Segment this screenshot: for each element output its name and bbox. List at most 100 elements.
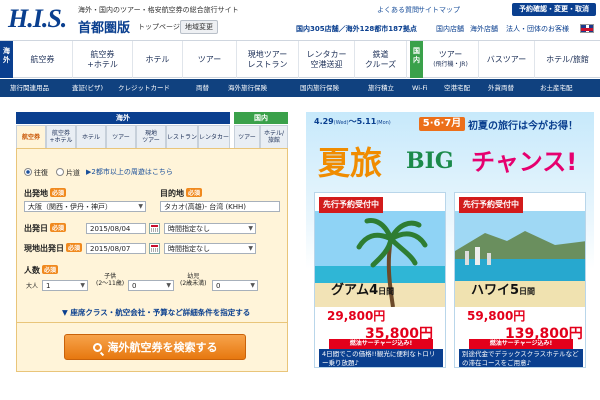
multi-city-link[interactable]: ▶2都市以上の周遊はこちら [86,167,173,177]
search-overseas-header: 海外 [16,112,230,124]
child-value: 0 [132,282,137,290]
return-date-label-text: 現地出発日 [24,244,64,253]
subnav-souvenir[interactable]: お土産宅配 [540,79,573,97]
search-button-label: 海外航空券を検索する [107,341,218,354]
promo-dow-start: (Wed) [333,120,349,126]
nav-sub-label: 空港送迎 [310,59,343,69]
subnav-exchange[interactable]: 両替 [196,79,209,97]
faq-link[interactable]: よくある質問 [377,5,419,15]
calendar-icon[interactable] [149,243,160,254]
depart-time-select[interactable]: 時間指定なし ▼ [164,223,256,234]
promo-dow-end: (Mon) [376,120,391,126]
round-trip-radio[interactable]: 往復 [24,168,48,178]
required-badge: 必須 [42,265,59,274]
tab-hotel-ryokan[interactable]: ホテル/旅館 [260,125,288,149]
corporate-link[interactable]: 法人・団体のお客様 [506,24,569,34]
tab-restaurant[interactable]: レストラン [166,125,198,149]
nav-label: 航空券 [90,49,115,59]
reservation-check-button[interactable]: 予約確認・変更・取消 [512,3,596,16]
subnav-wifi[interactable]: Wi-Fi [412,79,428,97]
departure-select[interactable]: 大阪（関西・伊丹・神戸） ▼ [24,201,146,212]
required-badge: 必須 [50,223,67,232]
subnav-airport-delivery[interactable]: 空港宅配 [444,79,470,97]
tab-rental-car[interactable]: レンタカー [198,125,230,149]
tab-airline-tickets[interactable]: 航空券 [16,125,46,149]
store-count[interactable]: 国内305店舗／海外128都市187拠点 [296,24,417,34]
return-date-input[interactable]: 2015/08/07 [86,243,146,254]
radio-dot [24,168,32,176]
nav-hotel-ryokan[interactable]: ホテル/旅館 [535,41,600,78]
promo-dates: 4.29(Wed)～5.11(Mon) [314,116,391,127]
subnav-credit-card[interactable]: クレジットカード [118,79,170,97]
nav-air-hotel[interactable]: 航空券 +ホテル [73,41,133,78]
depart-time-value: 時間指定なし [168,225,210,233]
detail-conditions-link[interactable]: ▼ 座席クラス・航空会社・予算など詳細条件を指定する [62,307,250,318]
promo-date-end: 5.11 [356,117,377,126]
overseas-stores-link[interactable]: 海外店舗 [470,24,498,34]
search-domestic-header: 国内 [234,112,288,124]
top-page-link[interactable]: トップページ [138,22,180,32]
adult-select[interactable]: 1 ▼ [42,280,88,291]
nav-bus-tour[interactable]: バスツアー [479,41,535,78]
nav-label: ツアー [438,49,463,59]
tab-domestic-tour[interactable]: ツアー [234,125,260,149]
subnav-visa[interactable]: 査証(ビザ) [72,79,103,97]
calendar-icon[interactable] [149,223,160,234]
infant-select[interactable]: 0 ▼ [212,280,258,291]
nav-domestic-tour[interactable]: ツアー (飛行機・JR) [423,41,479,78]
subnav-currency[interactable]: 外貨両替 [488,79,514,97]
one-way-radio[interactable]: 片道 [56,168,80,178]
subnav-overseas-insurance[interactable]: 海外旅行保険 [228,79,267,97]
tab-air-hotel[interactable]: 航空券 +ホテル [46,125,76,149]
search-icon [92,342,102,352]
promo-date-start: 4.29 [314,117,334,126]
his-logo[interactable]: H.I.S. [8,4,67,34]
domestic-stores-link[interactable]: 国内店舗 [436,24,464,34]
chevron-down-icon: ▼ [166,282,171,289]
destination-input[interactable]: タカオ(高雄)- 台湾 (KHH) [160,201,280,212]
departure-label: 出発地 必須 [24,188,67,199]
main-nav: 海外 航空券 航空券 +ホテル ホテル ツアー 現地ツアー レストラン レンタカー空… [0,40,600,78]
promo-banner[interactable]: 4.29(Wed)～5.11(Mon) 5·6·7月 初夏の旅行は今がお得！ 夏… [306,112,594,374]
region-change-button[interactable]: 地域変更 [180,20,218,34]
nav-label: バスツアー [486,54,527,64]
hawaii-fuel-badge: 燃油サーチャージ込み! [469,339,573,349]
nav-local-tour[interactable]: 現地ツアー レストラン [237,41,299,78]
child-select[interactable]: 0 ▼ [128,280,174,291]
subnav-domestic-insurance[interactable]: 国内旅行保険 [300,79,339,97]
hawaii-note: 別途代金でデラックスクラスホテルなどの滞在コースをご用意♪ [459,349,583,367]
subnav-travel-savings[interactable]: 旅行積立 [368,79,394,97]
promo-months: 5·6·7月 [419,117,465,131]
search-flights-button[interactable]: 海外航空券を検索する [64,334,246,360]
tab-local-tour[interactable]: 現地 ツアー [136,125,166,149]
nav-tour[interactable]: ツアー [183,41,237,78]
guam-destination: グアム4日間 [331,279,394,298]
required-badge: 必須 [50,188,67,197]
guam-ribbon: 先行予約受付中 [319,197,383,213]
return-time-select[interactable]: 時間指定なし ▼ [164,243,256,254]
divider [16,322,288,323]
nav-label: 現地ツアー [247,49,288,59]
nav-label: ツアー [197,54,222,64]
nav-rental-car[interactable]: レンタカー 空港送迎 [299,41,355,78]
uk-flag-icon[interactable] [580,24,594,33]
nav-hotel[interactable]: ホテル [133,41,183,78]
promo-date-sep: ～ [348,117,357,126]
destination-label-text: 目的地 [160,189,184,198]
tab-hotel[interactable]: ホテル [76,125,106,149]
nav-sub-label: レストラン [247,59,288,69]
nav-label: 航空券 [30,54,55,64]
guam-deal-card[interactable]: 先行予約受付中 グアム4日間 29,800円 35,800円 燃油サーチャージ込… [314,192,446,368]
return-time-value: 時間指定なし [168,245,210,253]
tab-tour[interactable]: ツアー [106,125,136,149]
required-badge: 必須 [186,188,203,197]
hawaii-deal-card[interactable]: 先行予約受付中 ハワイ5日間 59,800円 139,800円 燃油サーチャージ… [454,192,586,368]
sitemap-link[interactable]: サイトマップ [418,5,460,15]
subnav-travel-goods[interactable]: 旅行関連用品 [10,79,49,97]
nav-airline-tickets[interactable]: 航空券 [13,41,73,78]
pax-label: 人数 必須 [24,265,59,276]
depart-date-input[interactable]: 2015/08/04 [86,223,146,234]
guam-price-from: 29,800円 [327,309,386,323]
nav-rail-cruise[interactable]: 鉄道 クルーズ [355,41,407,78]
chevron-down-icon: ▼ [248,225,253,232]
